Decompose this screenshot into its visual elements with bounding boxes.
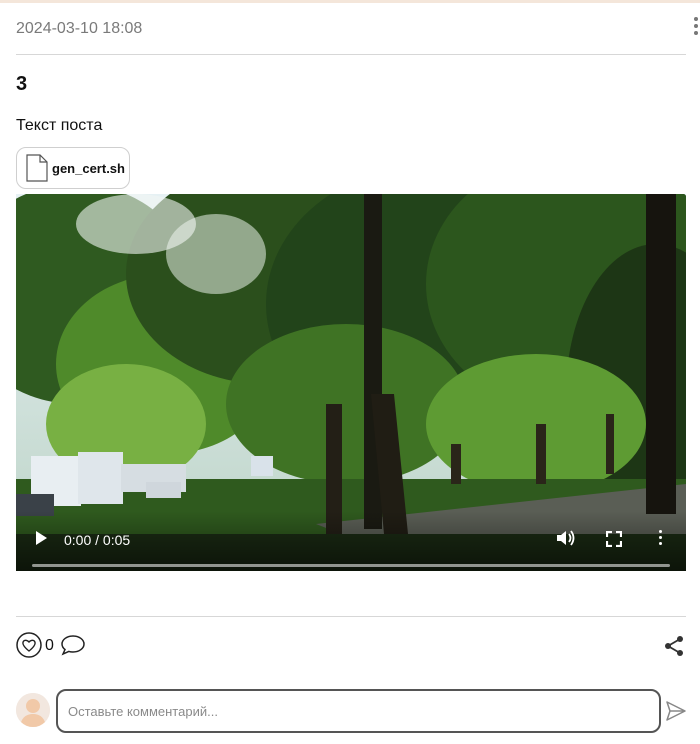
video-progress-bar[interactable] [32, 564, 670, 567]
post-card: 2024-03-10 18:08 3 Текст поста gen_cert.… [0, 0, 700, 744]
heart-icon[interactable] [16, 632, 42, 658]
post-date: 2024-03-10 18:08 [16, 20, 143, 37]
divider [16, 616, 686, 617]
post-text: Текст поста [16, 117, 103, 134]
user-avatar-icon [16, 693, 50, 727]
post-menu-button[interactable] [692, 17, 700, 39]
comment-input[interactable] [56, 689, 661, 733]
avatar [16, 693, 50, 727]
video-controls: 0:00 / 0:05 [16, 511, 686, 571]
fullscreen-icon[interactable] [606, 531, 622, 547]
kebab-dot-icon [694, 31, 698, 35]
play-icon[interactable] [34, 530, 48, 546]
send-icon[interactable] [665, 700, 687, 722]
post-title: 3 [16, 73, 28, 95]
more-vertical-icon[interactable] [656, 530, 664, 548]
video-time: 0:00 / 0:05 [64, 532, 131, 548]
post-header: 2024-03-10 18:08 [16, 3, 698, 55]
attachment-name: gen_cert.sh [52, 161, 125, 176]
kebab-dot-icon [694, 24, 698, 28]
video-player[interactable]: 0:00 / 0:05 [16, 194, 686, 571]
kebab-dot-icon [694, 17, 698, 21]
file-icon [26, 154, 48, 182]
volume-icon[interactable] [556, 529, 576, 547]
share-icon[interactable] [664, 635, 684, 657]
like-count: 0 [45, 637, 54, 654]
file-attachment[interactable]: gen_cert.sh [16, 147, 130, 189]
comment-icon[interactable] [60, 634, 86, 656]
